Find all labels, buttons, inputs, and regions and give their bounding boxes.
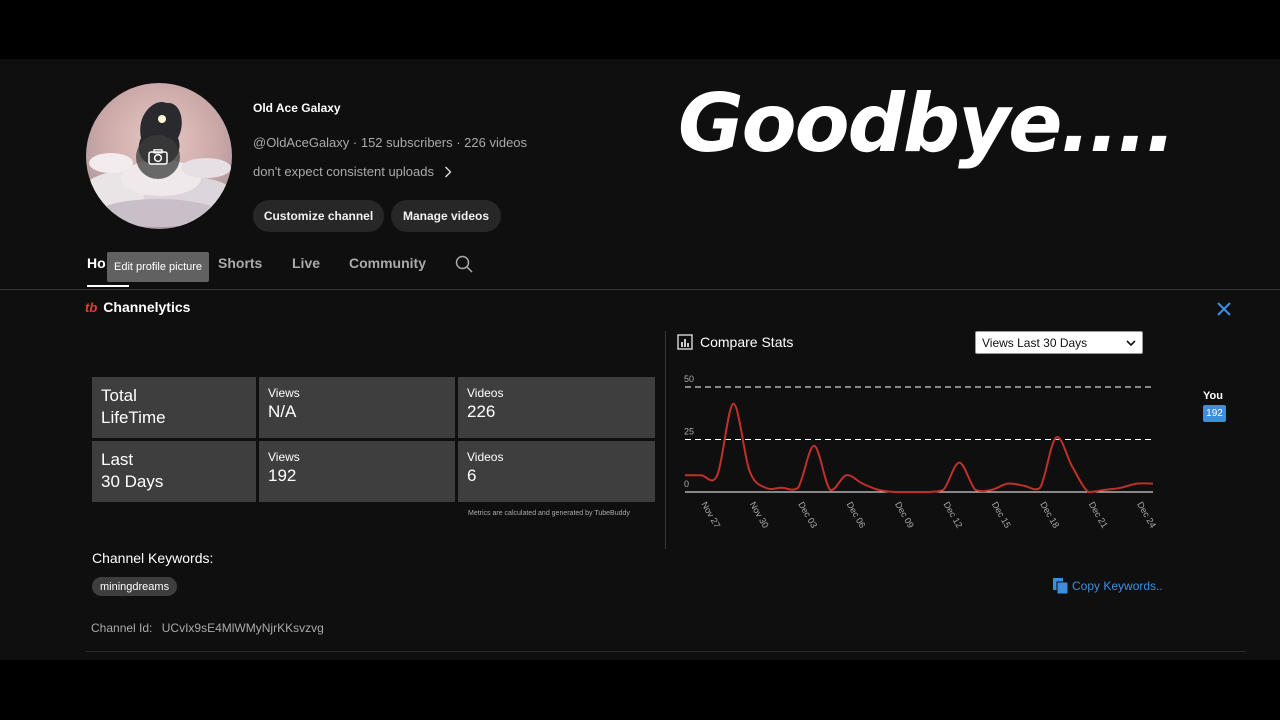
tab-home-underline xyxy=(87,285,129,287)
total-videos-value: 226 xyxy=(467,402,496,421)
channel-avatar[interactable] xyxy=(86,83,232,229)
x-tick-label: Dec 18 xyxy=(1038,500,1061,530)
channel-description[interactable]: don't expect consistent uploads xyxy=(253,164,452,179)
tabs-divider xyxy=(0,289,1280,290)
legend-value-badge: 192 xyxy=(1203,405,1226,422)
search-icon[interactable] xyxy=(455,255,473,276)
x-tick-label: Dec 09 xyxy=(893,500,916,530)
copy-keywords-label: Copy Keywords.. xyxy=(1072,579,1163,593)
tab-shorts[interactable]: Shorts xyxy=(218,255,262,271)
tab-community[interactable]: Community xyxy=(349,255,426,271)
stats-range-select[interactable]: Views Last 30 Days xyxy=(975,331,1143,354)
camera-icon xyxy=(148,149,168,165)
bottom-divider xyxy=(86,651,1246,652)
last-views-cell: Views 192 xyxy=(259,441,455,502)
metrics-note: Metrics are calculated and generated by … xyxy=(468,510,630,517)
youtube-channel-page: Old Ace Galaxy @OldAceGalaxy · 152 subsc… xyxy=(0,59,1280,660)
vertical-divider xyxy=(665,331,666,549)
lifetime-label: LifeTime xyxy=(101,408,166,427)
y-tick-label: 25 xyxy=(684,427,694,437)
videos-label: Videos xyxy=(467,450,504,464)
legend-series-label: You xyxy=(1203,390,1223,402)
y-tick-label: 0 xyxy=(684,479,689,489)
thirty-days-label: 30 Days xyxy=(101,472,164,491)
tab-home[interactable]: Ho xyxy=(87,255,106,271)
compare-stats-header: Compare Stats xyxy=(677,334,793,350)
edit-avatar-button[interactable] xyxy=(136,135,180,179)
edit-profile-tooltip: Edit profile picture xyxy=(107,252,210,282)
views-label: Views xyxy=(268,386,300,400)
last-videos-value: 6 xyxy=(467,466,477,485)
channelytics-title: Channelytics xyxy=(103,299,191,315)
tubebuddy-logo: tb xyxy=(85,299,98,315)
total-views-cell: Views N/A xyxy=(259,377,455,438)
chevron-right-icon xyxy=(445,166,452,177)
copy-keywords-link[interactable]: Copy Keywords.. xyxy=(1052,577,1163,595)
x-tick-label: Dec 06 xyxy=(845,500,868,530)
last-views-value: 192 xyxy=(268,466,297,485)
x-tick-label: Nov 30 xyxy=(748,500,771,530)
total-label: Total xyxy=(101,386,137,405)
channel-keywords-label: Channel Keywords: xyxy=(92,550,214,566)
chevron-down-icon xyxy=(1126,339,1136,346)
select-value: Views Last 30 Days xyxy=(982,335,1088,350)
channel-id-row: Channel Id: UCvIx9sE4MlWMyNjrKKsvzvg xyxy=(91,621,324,635)
last-30-days-label: Last 30 Days xyxy=(92,441,256,502)
manage-videos-button[interactable]: Manage videos xyxy=(391,200,501,232)
compare-stats-title: Compare Stats xyxy=(700,334,794,350)
close-icon[interactable] xyxy=(1215,300,1233,318)
views-label: Views xyxy=(268,450,300,464)
total-views-value: N/A xyxy=(268,402,297,421)
channel-description-text: don't expect consistent uploads xyxy=(253,164,434,179)
bar-chart-icon xyxy=(677,334,693,350)
tab-live[interactable]: Live xyxy=(292,255,320,271)
x-tick-label: Dec 12 xyxy=(941,500,964,530)
copy-icon xyxy=(1053,578,1069,595)
x-tick-label: Dec 21 xyxy=(1087,500,1110,530)
goodbye-overlay-text: Goodbye.... xyxy=(678,77,1176,170)
series-line-you xyxy=(685,402,1154,494)
customize-channel-button[interactable]: Customize channel xyxy=(253,200,384,232)
x-tick-label: Nov 27 xyxy=(699,500,722,530)
total-lifetime-label: Total LifeTime xyxy=(92,377,256,438)
last-videos-cell: Videos 6 xyxy=(458,441,655,502)
last-label: Last xyxy=(101,450,134,469)
y-tick-label: 50 xyxy=(684,374,694,384)
x-tick-label: Dec 03 xyxy=(796,500,819,530)
channel-meta: @OldAceGalaxy · 152 subscribers · 226 vi… xyxy=(253,135,528,150)
x-tick-label: Dec 24 xyxy=(1135,500,1158,530)
channel-id-label: Channel Id: xyxy=(91,621,153,635)
x-tick-label: Dec 15 xyxy=(990,500,1013,530)
channel-name: Old Ace Galaxy xyxy=(253,101,341,115)
videos-label: Videos xyxy=(467,386,504,400)
channel-id-value: UCvIx9sE4MlWMyNjrKKsvzvg xyxy=(161,621,324,635)
keyword-chip: miningdreams xyxy=(92,577,178,596)
channelytics-header: tb Channelytics xyxy=(85,299,190,315)
views-line-chart: 0 25 50 Nov 27 Nov 30 Dec 03 Dec 06 Dec 09 Dec 1… xyxy=(684,374,1158,530)
total-videos-cell: Videos 226 xyxy=(458,377,655,438)
